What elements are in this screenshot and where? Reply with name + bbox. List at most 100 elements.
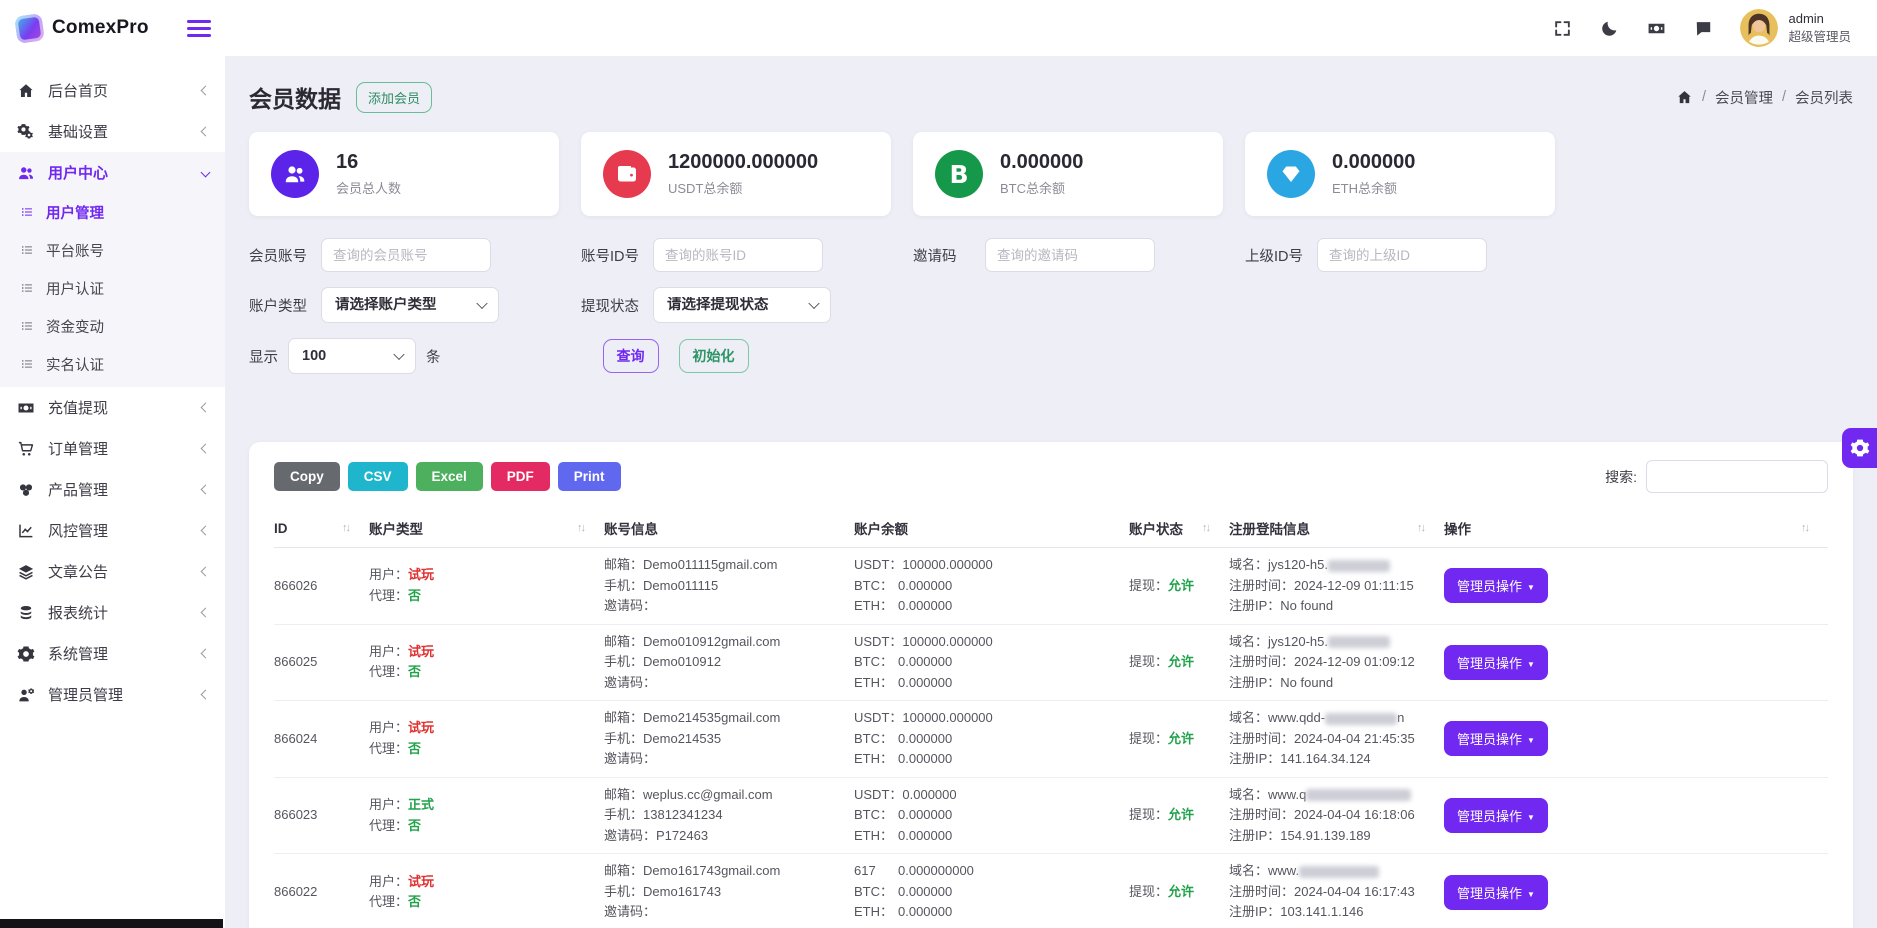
column-header-ID[interactable]: ID↑↓ <box>274 509 369 548</box>
sidebar-item-风控管理[interactable]: 风控管理 <box>0 510 225 551</box>
home-icon <box>16 81 35 100</box>
admin-actions-button[interactable]: 管理员操作▼ <box>1444 645 1548 680</box>
query-button[interactable]: 查询 <box>603 339 659 373</box>
filter-input-邀请码[interactable] <box>985 238 1155 272</box>
eth-icon <box>1267 150 1315 198</box>
add-member-button[interactable]: 添加会员 <box>356 82 432 113</box>
usdt-value: 100000.000000 <box>902 710 992 725</box>
filter-input-账号ID号[interactable] <box>653 238 823 272</box>
reg-ip-value: 141.164.34.124 <box>1280 751 1370 766</box>
table-row: 866022用户：试玩代理：否邮箱：Demo161743gmail.com手机：… <box>274 854 1828 928</box>
filter-input-会员账号[interactable] <box>321 238 491 272</box>
table-search-input[interactable] <box>1646 460 1828 493</box>
users-icon <box>17 164 35 182</box>
sidebar-toggle-icon[interactable] <box>187 16 211 41</box>
sidebar-item-充值提现[interactable]: 充值提现 <box>0 387 225 428</box>
users-icon <box>16 163 35 182</box>
coins-icon <box>17 604 35 622</box>
sidebar-item-报表统计[interactable]: 报表统计 <box>0 592 225 633</box>
sidebar-item-label: 基础设置 <box>48 121 108 142</box>
export-csv-button[interactable]: CSV <box>348 462 408 491</box>
reset-button[interactable]: 初始化 <box>679 339 749 373</box>
brand-logo[interactable]: ComexPro <box>16 15 149 42</box>
export-excel-button[interactable]: Excel <box>416 462 483 491</box>
user-menu[interactable]: admin 超级管理员 <box>1740 9 1851 47</box>
wallet-icon <box>615 162 639 186</box>
chevron-down-icon <box>201 168 211 178</box>
sidebar-item-文章公告[interactable]: 文章公告 <box>0 551 225 592</box>
usdt-label: USDT： <box>854 708 902 729</box>
sort-icon[interactable]: ↑↓ <box>1801 522 1808 534</box>
sidebar-item-label: 产品管理 <box>48 479 108 500</box>
chevron-left-icon <box>201 649 211 659</box>
list-icon <box>20 357 35 372</box>
eth-value: 0.000000 <box>898 598 952 613</box>
message-icon[interactable] <box>1693 18 1713 38</box>
cell-register-info: 域名：www.q注册时间：2024-04-04 16:18:06注册IP：154… <box>1229 777 1444 854</box>
sidebar-subitem-label: 用户认证 <box>46 278 104 299</box>
filter-select-账户类型[interactable]: 请选择账户类型 <box>321 287 499 323</box>
cell-account-type: 用户：试玩代理：否 <box>369 548 604 625</box>
home-icon[interactable] <box>1676 89 1693 106</box>
sort-icon[interactable]: ↑↓ <box>1417 522 1424 534</box>
sidebar-subitem-实名认证[interactable]: 实名认证 <box>0 345 225 383</box>
admins-icon <box>16 685 35 704</box>
column-header-账户状态[interactable]: 账户状态↑↓ <box>1129 509 1229 548</box>
export-print-button[interactable]: Print <box>558 462 621 491</box>
cell-account-info: 邮箱：Demo010912gmail.com手机：Demo010912邀请码： <box>604 624 854 701</box>
sidebar-item-产品管理[interactable]: 产品管理 <box>0 469 225 510</box>
column-header-注册登陆信息[interactable]: 注册登陆信息↑↓ <box>1229 509 1444 548</box>
redacted-domain <box>1299 866 1379 878</box>
usdt-label: 617 <box>854 861 898 882</box>
table-body: 866026用户：试玩代理：否邮箱：Demo011115gmail.com手机：… <box>274 548 1828 928</box>
sidebar-item-基础设置[interactable]: 基础设置 <box>0 111 225 152</box>
sidebar-subitem-用户管理[interactable]: 用户管理 <box>0 193 225 231</box>
filter-group-账号ID号: 账号ID号 <box>581 238 891 272</box>
breadcrumb-item-member-list[interactable]: 会员列表 <box>1795 87 1853 108</box>
sort-icon[interactable]: ↑↓ <box>342 522 349 534</box>
export-pdf-button[interactable]: PDF <box>491 462 550 491</box>
column-header-账号信息: 账号信息 <box>604 509 854 548</box>
fullscreen-icon[interactable] <box>1552 18 1572 38</box>
coins-icon <box>16 603 35 622</box>
admin-actions-button[interactable]: 管理员操作▼ <box>1444 798 1548 833</box>
finance-icon[interactable] <box>1646 18 1666 38</box>
sort-icon[interactable]: ↑↓ <box>1202 522 1209 534</box>
admin-actions-button[interactable]: 管理员操作▼ <box>1444 875 1548 910</box>
cell-id: 866026 <box>274 548 369 625</box>
sidebar-subitem-用户认证[interactable]: 用户认证 <box>0 269 225 307</box>
sidebar-item-订单管理[interactable]: 订单管理 <box>0 428 225 469</box>
filter-label: 邀请码 <box>913 245 975 266</box>
sidebar-subitem-平台账号[interactable]: 平台账号 <box>0 231 225 269</box>
breadcrumb-item-members[interactable]: 会员管理 <box>1715 87 1773 108</box>
list-icon <box>20 357 34 371</box>
column-header-操作[interactable]: 操作↑↓ <box>1444 509 1828 548</box>
filter-input-上级ID号[interactable] <box>1317 238 1487 272</box>
domain-value: jys120-h5. <box>1268 557 1328 572</box>
members-table: ID↑↓账户类型↑↓账号信息账户余额账户状态↑↓注册登陆信息↑↓操作↑↓ 866… <box>274 509 1828 928</box>
filter-label: 会员账号 <box>249 245 311 266</box>
sidebar-item-管理员管理[interactable]: 管理员管理 <box>0 674 225 715</box>
btc-icon: B <box>949 160 968 189</box>
export-copy-button[interactable]: Copy <box>274 462 340 491</box>
agent-value: 否 <box>408 741 421 756</box>
settings-gear-button[interactable] <box>1842 428 1877 468</box>
caret-down-icon: ▼ <box>1527 660 1535 669</box>
dark-mode-moon-icon[interactable] <box>1599 18 1619 38</box>
admin-actions-button[interactable]: 管理员操作▼ <box>1444 568 1548 603</box>
gear-icon <box>17 645 35 663</box>
user-type-value: 试玩 <box>408 567 434 582</box>
admin-actions-button[interactable]: 管理员操作▼ <box>1444 721 1548 756</box>
column-header-账户类型[interactable]: 账户类型↑↓ <box>369 509 604 548</box>
sidebar-item-后台首页[interactable]: 后台首页 <box>0 70 225 111</box>
filter-select-提现状态[interactable]: 请选择提现状态 <box>653 287 831 323</box>
sidebar-subitem-资金变动[interactable]: 资金变动 <box>0 307 225 345</box>
sidebar-item-用户中心[interactable]: 用户中心 <box>0 152 225 193</box>
email-value: Demo011115gmail.com <box>643 557 777 572</box>
sort-icon[interactable]: ↑↓ <box>577 522 584 534</box>
page-title: 会员数据 <box>249 80 341 114</box>
reg-time-value: 2024-12-09 01:11:15 <box>1294 578 1414 593</box>
sidebar-item-系统管理[interactable]: 系统管理 <box>0 633 225 674</box>
page-size-select[interactable]: 100 <box>288 338 416 374</box>
title-row: 会员数据 添加会员 / 会员管理 / 会员列表 <box>249 78 1853 116</box>
